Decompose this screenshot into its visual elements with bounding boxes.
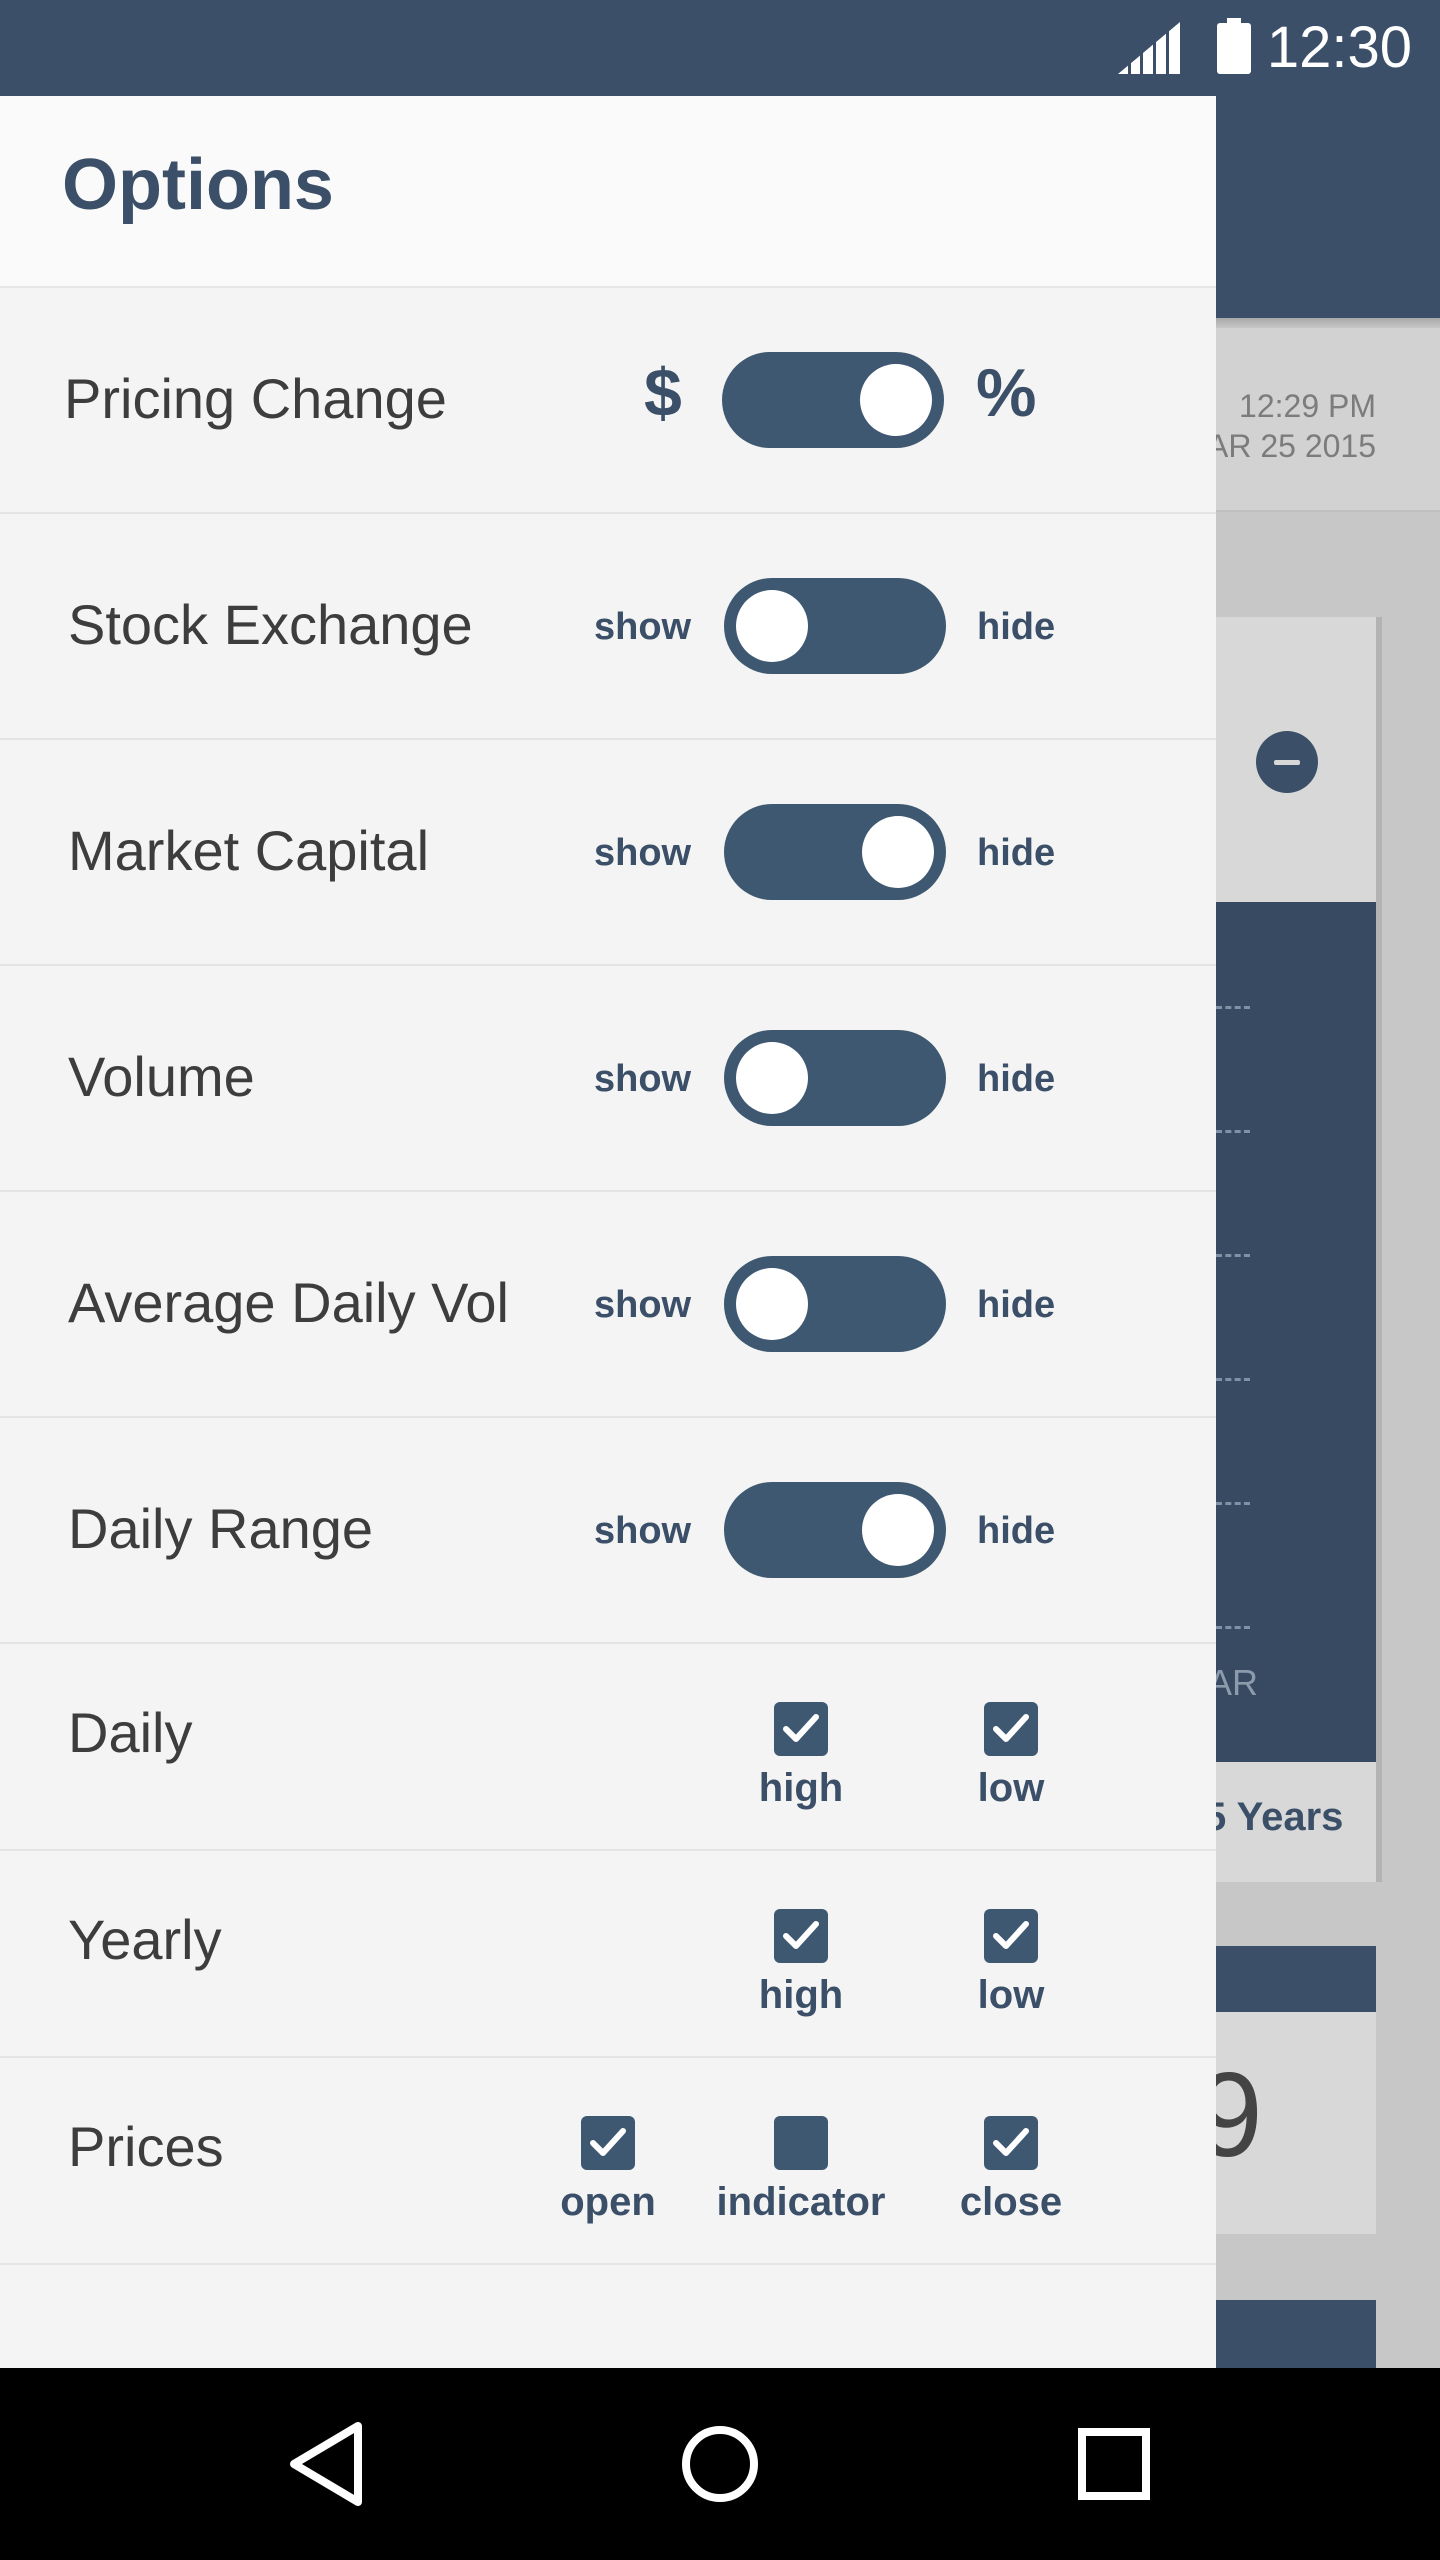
- check-icon: [993, 2128, 1029, 2156]
- option-label: Average Daily Vol: [68, 1271, 509, 1334]
- hide-label: hide: [977, 606, 1056, 648]
- drawer-header: Options: [0, 96, 1216, 288]
- background-chart: [1216, 902, 1376, 1762]
- prices-indicator-checkbox[interactable]: [774, 2116, 828, 2170]
- option-label: Daily Range: [68, 1497, 374, 1560]
- hide-label: hide: [977, 832, 1056, 874]
- toggle-knob: [860, 364, 932, 436]
- option-row-yearly: Yearly high low: [0, 1851, 1216, 2058]
- prices-close-checkbox[interactable]: [984, 2116, 1038, 2170]
- chart-gridline: [1216, 1502, 1250, 1505]
- hide-label: hide: [977, 1058, 1056, 1100]
- check-icon: [993, 1921, 1029, 1949]
- show-label: show: [594, 832, 692, 874]
- checkbox-label: high: [758, 1766, 844, 1810]
- option-label: Stock Exchange: [68, 593, 473, 656]
- chart-gridline: [1216, 1378, 1250, 1381]
- check-icon: [783, 1714, 819, 1742]
- toggle-knob: [862, 1494, 934, 1566]
- daily-low-checkbox[interactable]: [984, 1702, 1038, 1756]
- show-label: show: [594, 1058, 692, 1100]
- pricing-change-toggle[interactable]: [722, 352, 944, 448]
- option-row-volume: Volume show hide: [0, 966, 1216, 1192]
- chart-gridline: [1216, 1254, 1250, 1257]
- background-time: 12:29 PM: [1239, 388, 1376, 424]
- hide-label: hide: [977, 1510, 1056, 1552]
- stock-exchange-toggle[interactable]: [724, 578, 946, 674]
- recents-icon[interactable]: [1014, 2368, 1214, 2560]
- checkbox-label: open: [560, 2180, 656, 2224]
- drawer-title: Options: [62, 145, 334, 225]
- option-row-pricing-change: Pricing Change $ %: [0, 288, 1216, 514]
- collapse-minus-icon[interactable]: [1256, 731, 1318, 793]
- option-row-average-daily-vol: Average Daily Vol show hide: [0, 1192, 1216, 1418]
- yearly-low-checkbox[interactable]: [984, 1909, 1038, 1963]
- option-row-stock-exchange: Stock Exchange show hide: [0, 514, 1216, 740]
- average-daily-vol-toggle[interactable]: [724, 1256, 946, 1352]
- option-row-daily-range: Daily Range show hide: [0, 1418, 1216, 1644]
- percent-label: %: [976, 355, 1037, 431]
- option-label: Yearly: [68, 1908, 222, 1971]
- option-label: Market Capital: [68, 819, 430, 882]
- option-row-daily: Daily high low: [0, 1644, 1216, 1851]
- check-icon: [783, 1921, 819, 1949]
- background-card2-header: [1216, 1946, 1376, 2012]
- battery-icon: [1217, 18, 1251, 74]
- volume-toggle[interactable]: [724, 1030, 946, 1126]
- toggle-knob: [862, 816, 934, 888]
- checkbox-label: close: [959, 2180, 1063, 2224]
- background-card3-header: [1216, 2300, 1376, 2368]
- daily-range-toggle[interactable]: [724, 1482, 946, 1578]
- show-label: show: [594, 1284, 692, 1326]
- system-nav-bar: [0, 2368, 1440, 2560]
- show-label: show: [594, 606, 692, 648]
- years-tab[interactable]: 5 Years: [1204, 1795, 1343, 1840]
- status-bar: 12:30: [0, 0, 1440, 96]
- signal-icon: [1118, 22, 1180, 74]
- option-label: Prices: [68, 2115, 224, 2178]
- background-timestamp: 12:29 PM AR 25 2015: [1207, 386, 1376, 466]
- checkbox-label: low: [977, 1766, 1045, 1810]
- chart-gridline: [1216, 1626, 1250, 1629]
- checkbox-label: indicator: [716, 2180, 886, 2224]
- show-label: show: [594, 1510, 692, 1552]
- option-row-prices: Prices open indicator close: [0, 2058, 1216, 2265]
- status-time: 12:30: [1266, 15, 1412, 80]
- dollar-label: $: [644, 355, 682, 431]
- chart-gridline: [1216, 1130, 1250, 1133]
- option-row-market-capital: Market Capital show hide: [0, 740, 1216, 966]
- check-icon: [993, 1714, 1029, 1742]
- toggle-knob: [736, 1042, 808, 1114]
- prices-open-checkbox[interactable]: [581, 2116, 635, 2170]
- checkbox-label: high: [758, 1973, 844, 2017]
- option-label: Volume: [68, 1045, 255, 1108]
- checkbox-label: low: [977, 1973, 1045, 2017]
- back-icon[interactable]: [226, 2368, 426, 2560]
- background-app-bar: [1216, 96, 1440, 318]
- hide-label: hide: [977, 1284, 1056, 1326]
- options-drawer: Options Pricing Change $ % Stock Exchang…: [0, 96, 1216, 2368]
- home-icon[interactable]: [620, 2368, 820, 2560]
- background-date: AR 25 2015: [1206, 428, 1376, 464]
- option-label: Pricing Change: [64, 367, 447, 430]
- app-bar-shadow: [1216, 318, 1440, 328]
- daily-high-checkbox[interactable]: [774, 1702, 828, 1756]
- chart-gridline: [1216, 1006, 1250, 1009]
- option-label: Daily: [68, 1701, 193, 1764]
- toggle-knob: [736, 590, 808, 662]
- card-shadow: [1376, 617, 1382, 1882]
- toggle-knob: [736, 1268, 808, 1340]
- check-icon: [590, 2128, 626, 2156]
- yearly-high-checkbox[interactable]: [774, 1909, 828, 1963]
- market-capital-toggle[interactable]: [724, 804, 946, 900]
